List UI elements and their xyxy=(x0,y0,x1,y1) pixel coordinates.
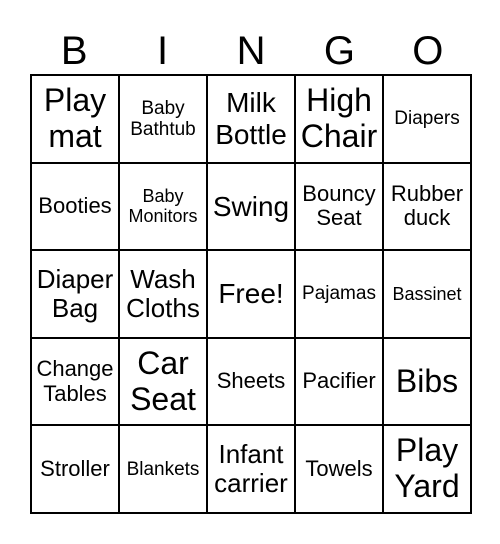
header-letter-b: B xyxy=(60,29,88,73)
header-letter-n: N xyxy=(236,29,266,73)
bingo-cell: Pacifier xyxy=(295,337,383,426)
header-letter-g: G xyxy=(323,29,355,73)
bingo-cell: Play Yard xyxy=(383,425,471,513)
bingo-cell: Infant carrier xyxy=(207,425,295,513)
bingo-grid: Play mat Baby Bathtub Milk Bottle High C… xyxy=(30,74,472,514)
bingo-cell: Bouncy Seat xyxy=(295,162,383,251)
bingo-cell: Diaper Bag xyxy=(31,250,119,338)
bingo-cell: High Chair xyxy=(295,75,383,163)
bingo-cell: Bassinet xyxy=(383,250,471,338)
bingo-cell: Play mat xyxy=(31,75,119,163)
bingo-cell: Baby Monitors xyxy=(119,162,207,251)
bingo-cell: Pajamas xyxy=(295,250,383,338)
bingo-cell: Diapers xyxy=(383,75,471,163)
header-letter-o: O xyxy=(412,29,444,73)
bingo-cell: Towels xyxy=(295,425,383,513)
bingo-cell: Wash Cloths xyxy=(119,250,207,338)
bingo-cell: Car Seat xyxy=(119,337,207,426)
bingo-cell: Blankets xyxy=(119,425,207,513)
bingo-cell-free: Free! xyxy=(207,250,295,338)
bingo-cell: Rubber duck xyxy=(383,162,471,251)
bingo-cell: Baby Bathtub xyxy=(119,75,207,163)
bingo-cell: Bibs xyxy=(383,337,471,426)
bingo-cell: Milk Bottle xyxy=(207,75,295,163)
bingo-cell: Booties xyxy=(31,162,119,251)
bingo-cell: Stroller xyxy=(31,425,119,513)
bingo-header: B I N G O xyxy=(30,28,472,74)
bingo-cell: Sheets xyxy=(207,337,295,426)
header-letter-i: I xyxy=(157,29,169,73)
bingo-cell: Change Tables xyxy=(31,337,119,426)
bingo-cell: Swing xyxy=(207,162,295,251)
